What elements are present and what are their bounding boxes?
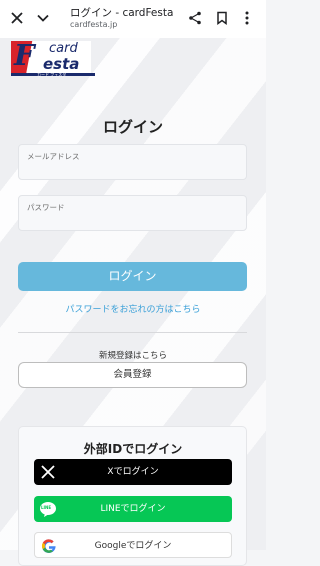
line-login-button[interactable]: LINE LINEでログイン <box>34 496 232 522</box>
login-button[interactable]: ログイン <box>18 262 247 291</box>
login-page: ログイン メールアドレス パスワード ログイン パスワードをお忘れの方はこちら … <box>0 0 266 566</box>
register-button[interactable]: 会員登録 <box>18 362 247 388</box>
email-field[interactable]: メールアドレス <box>18 144 247 180</box>
login-heading: ログイン <box>102 118 163 136</box>
logo-kana: カード フェスタ <box>37 72 67 77</box>
logo-word-esta: esta <box>43 55 80 73</box>
browser-toolbar: ログイン - cardFesta cardfesta.jp <box>0 0 266 38</box>
password-label: パスワード <box>27 203 65 212</box>
line-logo-text: LINE <box>41 505 52 510</box>
x-login-label: Xでログイン <box>107 467 159 477</box>
browser-url[interactable]: cardfesta.jp <box>70 20 117 29</box>
browser-tab-title: ログイン - cardFesta <box>70 7 174 19</box>
divider <box>18 332 247 333</box>
forgot-password-link[interactable]: パスワードをお忘れの方はこちら <box>0 302 266 315</box>
password-field[interactable]: パスワード <box>18 195 247 231</box>
bookmark-icon[interactable] <box>213 9 231 27</box>
cardfesta-logo[interactable]: F card esta カード フェスタ <box>7 38 97 78</box>
google-login-button[interactable]: Googleでログイン <box>34 532 232 558</box>
line-logo-icon: LINE <box>39 500 57 518</box>
chevron-down-icon[interactable] <box>34 9 52 27</box>
x-login-button[interactable]: Xでログイン <box>34 459 232 485</box>
external-login-heading: 外部IDでログイン <box>83 442 183 456</box>
logo-big-letter: F <box>14 38 35 72</box>
logo-word-card: card <box>49 41 78 56</box>
x-logo-icon <box>39 463 57 481</box>
register-label: 新規登録はこちら <box>98 351 167 361</box>
close-icon[interactable] <box>8 9 26 27</box>
line-login-label: LINEでログイン <box>100 504 166 514</box>
email-label: メールアドレス <box>27 152 80 161</box>
more-vert-icon[interactable] <box>238 9 256 27</box>
share-icon[interactable] <box>186 9 204 27</box>
google-logo-icon <box>40 537 58 555</box>
